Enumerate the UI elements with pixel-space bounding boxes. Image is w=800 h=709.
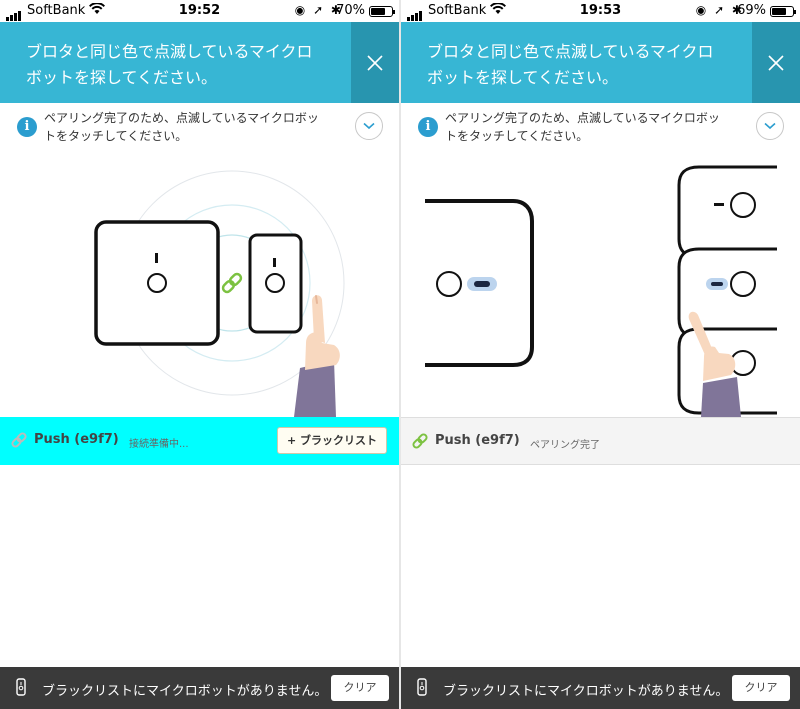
battery-fill [371,8,385,15]
screen-right: SoftBank 19:53 ◉ ➚ ✱ 69% ブロタと同じ色で点滅しているマ… [401,0,800,709]
blacklist-message: ブラックリストにマイクロボットがありません。 [443,684,729,699]
add-blacklist-button[interactable]: + ブラックリスト [277,427,387,454]
bottom-bar: ブラックリストにマイクロボットがありません。 クリア [401,667,800,709]
info-row: i ペアリング完了のため、点滅しているマイクロボットをタッチしてください。 [401,103,800,155]
clear-button[interactable]: クリア [331,675,389,701]
device-row[interactable]: Push (e9f7) ペアリング完了 [401,417,800,465]
bottom-bar: ブラックリストにマイクロボットがありません。 クリア [0,667,399,709]
close-x-icon [367,54,383,71]
info-text: ペアリング完了のため、点滅しているマイクロボットをタッチしてください。 [445,111,720,143]
pairing-illustration [401,155,800,417]
blacklist-message: ブラックリストにマイクロボットがありません。 [42,684,328,699]
header-title: ブロタと同じ色で点滅しているマイクロボットを探してください。 [26,42,313,87]
expand-button[interactable] [756,112,784,140]
status-bar: SoftBank 19:53 ◉ ➚ ✱ 69% [401,0,800,22]
info-icon: i [418,117,438,137]
close-button[interactable] [351,22,399,103]
chevron-down-icon [764,122,776,130]
microbot-small-icon [16,678,26,700]
device-row[interactable]: Push (e9f7) 接続準備中... + ブラックリスト [0,417,399,465]
hub-device-icon [94,220,220,346]
device-status: ペアリング完了 [530,440,600,451]
battery-percentage: 70% [336,3,365,18]
expand-button[interactable] [355,112,383,140]
info-icon: i [17,117,37,137]
close-x-icon [768,54,784,71]
link-icon [10,431,28,453]
battery-fill [772,8,786,15]
header-title: ブロタと同じ色で点滅しているマイクロボットを探してください。 [427,42,714,87]
pairing-illustration [0,155,399,417]
close-button[interactable] [752,22,800,103]
info-text: ペアリング完了のため、点滅しているマイクロボットをタッチしてください。 [44,111,319,143]
screen-left: SoftBank 19:52 ◉ ➚ ✱ 70% ブロタと同じ色で点滅しているマ… [0,0,399,709]
link-icon [411,432,429,454]
header: ブロタと同じ色で点滅しているマイクロボットを探してください。 [0,22,399,103]
status-bar: SoftBank 19:52 ◉ ➚ ✱ 70% [0,0,399,22]
clear-button[interactable]: クリア [732,675,790,701]
battery-icon [369,6,395,17]
microbot-device-icon [248,233,303,334]
info-row: i ペアリング完了のため、点滅しているマイクロボットをタッチしてください。 [0,103,399,155]
link-chain-icon [221,272,243,294]
device-name: Push (e9f7) [435,433,520,448]
device-name: Push (e9f7) [34,432,119,447]
device-status: 接続準備中... [129,439,189,450]
hub-device-icon [425,199,534,367]
battery-percentage: 69% [737,3,766,18]
header: ブロタと同じ色で点滅しているマイクロボットを探してください。 [401,22,800,103]
microbot-device-icon [677,165,777,259]
microbot-small-icon [417,678,427,700]
chevron-down-icon [363,122,375,130]
battery-icon [770,6,796,17]
